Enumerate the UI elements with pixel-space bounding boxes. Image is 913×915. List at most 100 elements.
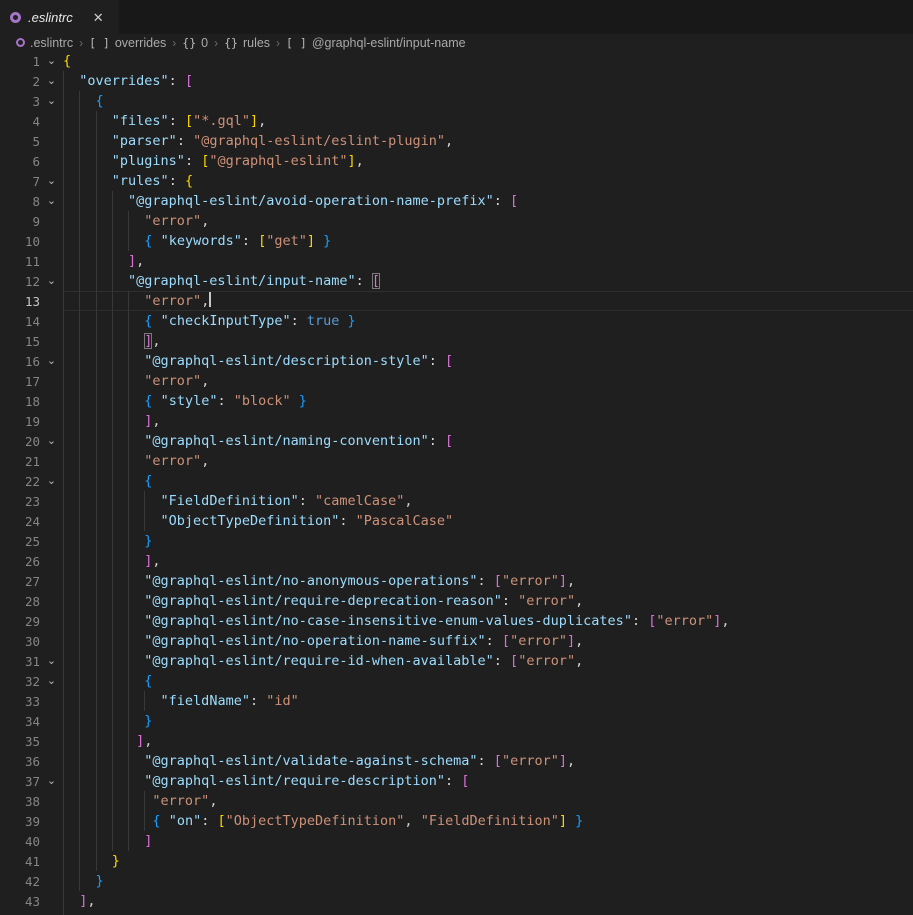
fold-chevron-icon[interactable]: ⌄ [40, 771, 63, 791]
line-number[interactable]: 33 [0, 694, 40, 709]
code-text[interactable]: ], [63, 331, 913, 351]
code-line[interactable]: 6⌄ "plugins": ["@graphql-eslint"], [0, 151, 913, 171]
fold-chevron-icon[interactable]: ⌄ [40, 91, 63, 111]
code-text[interactable]: "@graphql-eslint/no-case-insensitive-enu… [63, 611, 913, 631]
code-text[interactable]: "files": ["*.gql"], [63, 111, 913, 131]
code-line[interactable]: 23⌄ "FieldDefinition": "camelCase", [0, 491, 913, 511]
code-text[interactable]: "plugins": ["@graphql-eslint"], [63, 151, 913, 171]
code-line[interactable]: 18⌄ { "style": "block" } [0, 391, 913, 411]
code-text[interactable]: ], [63, 731, 913, 751]
code-line[interactable]: 14⌄ { "checkInputType": true } [0, 311, 913, 331]
code-text[interactable]: "ObjectTypeDefinition": "PascalCase" [63, 511, 913, 531]
code-line[interactable]: 34⌄ } [0, 711, 913, 731]
line-number[interactable]: 11 [0, 254, 40, 269]
fold-chevron-icon[interactable]: ⌄ [40, 191, 63, 211]
code-line[interactable]: 22⌄ { [0, 471, 913, 491]
code-text[interactable]: ], [63, 551, 913, 571]
code-text[interactable]: "@graphql-eslint/validate-against-schema… [63, 751, 913, 771]
code-line[interactable]: 30⌄ "@graphql-eslint/no-operation-name-s… [0, 631, 913, 651]
fold-chevron-icon[interactable]: ⌄ [40, 51, 63, 71]
code-line[interactable]: 40⌄ ] [0, 831, 913, 851]
line-number[interactable]: 12 [0, 274, 40, 289]
code-text[interactable]: "@graphql-eslint/require-id-when-availab… [63, 651, 913, 671]
code-line[interactable]: 7⌄ "rules": { [0, 171, 913, 191]
code-line[interactable]: 12⌄ "@graphql-eslint/input-name": [ [0, 271, 913, 291]
line-number[interactable]: 2 [0, 74, 40, 89]
code-text[interactable]: "@graphql-eslint/no-anonymous-operations… [63, 571, 913, 591]
breadcrumb-item--graphql-eslint-input-name[interactable]: [ ]@graphql-eslint/input-name [286, 36, 466, 50]
fold-chevron-icon[interactable]: ⌄ [40, 671, 63, 691]
code-line[interactable]: 35⌄ ], [0, 731, 913, 751]
fold-chevron-icon[interactable]: ⌄ [40, 71, 63, 91]
code-text[interactable]: ] [63, 831, 913, 851]
line-number[interactable]: 39 [0, 814, 40, 829]
code-text[interactable]: "error", [63, 451, 913, 471]
line-number[interactable]: 41 [0, 854, 40, 869]
line-number[interactable]: 16 [0, 354, 40, 369]
line-number[interactable]: 42 [0, 874, 40, 889]
code-text[interactable]: { "style": "block" } [63, 391, 913, 411]
code-text[interactable]: { [63, 671, 913, 691]
tab-eslintrc[interactable]: .eslintrc ✕ [0, 0, 119, 34]
line-number[interactable]: 29 [0, 614, 40, 629]
code-text[interactable]: } [63, 531, 913, 551]
line-number[interactable]: 38 [0, 794, 40, 809]
code-text[interactable]: { [63, 91, 913, 111]
code-line[interactable]: 24⌄ "ObjectTypeDefinition": "PascalCase" [0, 511, 913, 531]
code-line[interactable]: 28⌄ "@graphql-eslint/require-deprecation… [0, 591, 913, 611]
code-line[interactable]: 11⌄ ], [0, 251, 913, 271]
line-number[interactable]: 8 [0, 194, 40, 209]
line-number[interactable]: 30 [0, 634, 40, 649]
code-text[interactable]: { [63, 51, 913, 71]
line-number[interactable]: 17 [0, 374, 40, 389]
line-number[interactable]: 27 [0, 574, 40, 589]
code-line[interactable]: 21⌄ "error", [0, 451, 913, 471]
line-number[interactable]: 21 [0, 454, 40, 469]
code-text[interactable]: "@graphql-eslint/description-style": [ [63, 351, 913, 371]
fold-chevron-icon[interactable]: ⌄ [40, 171, 63, 191]
code-line[interactable]: 1⌄{ [0, 51, 913, 71]
line-number[interactable]: 10 [0, 234, 40, 249]
code-text[interactable]: } [63, 711, 913, 731]
code-text[interactable]: "error", [63, 211, 913, 231]
code-line[interactable]: 44⌄ "parser": "@typescript-eslint/parser… [0, 911, 913, 915]
line-number[interactable]: 19 [0, 414, 40, 429]
line-number[interactable]: 43 [0, 894, 40, 909]
code-line[interactable]: 16⌄ "@graphql-eslint/description-style":… [0, 351, 913, 371]
code-line[interactable]: 25⌄ } [0, 531, 913, 551]
line-number[interactable]: 18 [0, 394, 40, 409]
code-text[interactable]: "@graphql-eslint/input-name": [ [63, 271, 913, 291]
code-line[interactable]: 17⌄ "error", [0, 371, 913, 391]
code-line[interactable]: 39⌄ { "on": ["ObjectTypeDefinition", "Fi… [0, 811, 913, 831]
line-number[interactable]: 40 [0, 834, 40, 849]
code-line[interactable]: 4⌄ "files": ["*.gql"], [0, 111, 913, 131]
code-line[interactable]: 33⌄ "fieldName": "id" [0, 691, 913, 711]
code-text[interactable]: "@graphql-eslint/require-deprecation-rea… [63, 591, 913, 611]
code-line[interactable]: 19⌄ ], [0, 411, 913, 431]
line-number[interactable]: 1 [0, 54, 40, 69]
code-line[interactable]: 41⌄ } [0, 851, 913, 871]
breadcrumb-item-0[interactable]: {}0 [182, 36, 208, 50]
code-text[interactable]: { [63, 471, 913, 491]
code-line[interactable]: 9⌄ "error", [0, 211, 913, 231]
line-number[interactable]: 20 [0, 434, 40, 449]
code-text[interactable]: "rules": { [63, 171, 913, 191]
line-number[interactable]: 4 [0, 114, 40, 129]
code-line[interactable]: 43⌄ ], [0, 891, 913, 911]
code-text[interactable]: "parser": "@graphql-eslint/eslint-plugin… [63, 131, 913, 151]
code-line[interactable]: 20⌄ "@graphql-eslint/naming-convention":… [0, 431, 913, 451]
line-number[interactable]: 3 [0, 94, 40, 109]
breadcrumb-item-overrides[interactable]: [ ]overrides [89, 36, 166, 50]
code-line[interactable]: 13⌄ "error", [0, 291, 913, 311]
code-text[interactable]: ], [63, 891, 913, 911]
code-editor[interactable]: 1⌄{2⌄ "overrides": [3⌄ {4⌄ "files": ["*.… [0, 51, 913, 915]
code-text[interactable]: ], [63, 251, 913, 271]
fold-chevron-icon[interactable]: ⌄ [40, 351, 63, 371]
code-text[interactable]: "@graphql-eslint/require-description": [ [63, 771, 913, 791]
code-text[interactable]: "error", [63, 371, 913, 391]
code-text[interactable]: } [63, 851, 913, 871]
line-number[interactable]: 23 [0, 494, 40, 509]
line-number[interactable]: 31 [0, 654, 40, 669]
code-text[interactable]: "@graphql-eslint/avoid-operation-name-pr… [63, 191, 913, 211]
code-line[interactable]: 5⌄ "parser": "@graphql-eslint/eslint-plu… [0, 131, 913, 151]
